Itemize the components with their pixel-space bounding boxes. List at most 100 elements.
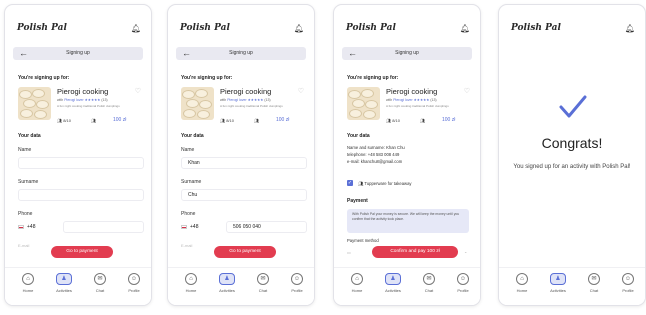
activity-description: A fun night cooking traditional Polish d… xyxy=(386,104,449,108)
congrats-title: Congrats! xyxy=(541,135,603,151)
payment-heading: Payment xyxy=(347,198,368,204)
takeaway-checkbox[interactable]: ✓ xyxy=(347,180,353,186)
payment-info-box: With Polish Pal your money is secure. We… xyxy=(347,209,469,233)
chat-icon: ✉ xyxy=(588,273,600,285)
country-prefix[interactable]: +48 xyxy=(18,221,35,233)
name-input[interactable] xyxy=(18,157,144,169)
signup-heading: You're signing up for: xyxy=(18,75,70,81)
name-label: Name xyxy=(18,147,32,153)
nav-chat[interactable]: ✉ Chat xyxy=(416,273,442,293)
nav-home[interactable]: ⌂ Home xyxy=(344,273,370,293)
profile-icon: ☺ xyxy=(622,273,634,285)
email-label: E-mail xyxy=(181,243,193,248)
nav-profile[interactable]: ☺ Profile xyxy=(284,273,310,293)
bell-icon[interactable]: 🔔︎ xyxy=(294,24,304,33)
nav-activities[interactable]: ♟ Activities xyxy=(545,273,571,293)
page-title: Signing up xyxy=(66,50,90,56)
activity-host: with Pierogi lover ★★★★★ (13) xyxy=(57,98,108,102)
page-title: Signing up xyxy=(395,50,419,56)
nav-chat[interactable]: ✉ Chat xyxy=(581,273,607,293)
header-bar: ← Signing up xyxy=(13,47,143,60)
phone-input[interactable] xyxy=(63,221,144,233)
summary-phone: telephone: +48 583 008 449 xyxy=(347,152,400,157)
email-label: E-mail xyxy=(18,243,30,248)
heart-icon[interactable]: ♡ xyxy=(135,87,141,95)
nav-home[interactable]: ⌂ Home xyxy=(178,273,204,293)
bell-icon[interactable]: 🔔︎ xyxy=(460,24,470,33)
checkmark-icon xyxy=(559,95,587,118)
summary-email: e-mail: khanchu8@gmail.com xyxy=(347,159,403,164)
chat-icon: ✉ xyxy=(94,273,106,285)
profile-icon: ☺ xyxy=(128,273,140,285)
activity-image xyxy=(18,87,51,120)
surname-input[interactable]: Chu xyxy=(181,189,307,201)
screen-signup-filled: Polish Pal 🔔︎ ← Signing up You're signin… xyxy=(167,4,315,306)
bell-icon[interactable]: 🔔︎ xyxy=(625,24,635,33)
surname-input[interactable] xyxy=(18,189,144,201)
activities-icon: ♟ xyxy=(56,273,72,285)
poland-flag-icon xyxy=(181,224,187,229)
brand-logo: Polish Pal xyxy=(511,23,561,33)
spots-count: 👥︎ 8/10 xyxy=(386,118,400,123)
brand-logo: Polish Pal xyxy=(180,23,230,33)
go-to-payment-button[interactable]: Go to payment xyxy=(51,246,113,258)
payment-method-label: Payment method xyxy=(347,238,379,243)
page-title: Signing up xyxy=(229,50,253,56)
bottom-nav: ⌂ Home ♟ Activities ✉ Chat ☺ Profile xyxy=(334,267,480,305)
nav-activities[interactable]: ♟ Activities xyxy=(380,273,406,293)
nav-chat[interactable]: ✉ Chat xyxy=(87,273,113,293)
profile-icon: ☺ xyxy=(457,273,469,285)
activity-description: A fun night cooking traditional Polish d… xyxy=(57,104,120,108)
activity-title: Pierogi cooking xyxy=(386,87,438,96)
surname-label: Surname xyxy=(18,179,39,185)
your-data-heading: Your data xyxy=(18,133,41,139)
heart-icon[interactable]: ♡ xyxy=(298,87,304,95)
activities-icon: ♟ xyxy=(550,273,566,285)
chat-icon: ✉ xyxy=(423,273,435,285)
bell-icon[interactable]: 🔔︎ xyxy=(131,24,141,33)
people-icon: 👥︎ xyxy=(91,118,97,123)
card-icon[interactable]: ▭ xyxy=(347,250,351,255)
home-icon: ⌂ xyxy=(351,273,363,285)
phone-label: Phone xyxy=(18,211,33,217)
nav-profile[interactable]: ☺ Profile xyxy=(121,273,147,293)
activity-title: Pierogi cooking xyxy=(57,87,109,96)
confirm-and-pay-button[interactable]: Confirm and pay 100 zł xyxy=(372,246,458,258)
home-icon: ⌂ xyxy=(185,273,197,285)
activities-icon: ♟ xyxy=(385,273,401,285)
nav-profile[interactable]: ☺ Profile xyxy=(450,273,476,293)
home-icon: ⌂ xyxy=(22,273,34,285)
country-prefix[interactable]: +48 xyxy=(181,221,198,233)
go-to-payment-button[interactable]: Go to payment xyxy=(214,246,276,258)
brand-logo: Polish Pal xyxy=(346,23,396,33)
nav-home[interactable]: ⌂ Home xyxy=(509,273,535,293)
spots-count: 👥︎ 8/10 xyxy=(57,118,71,123)
activity-host: with Pierogi lover ★★★★★ (13) xyxy=(386,98,437,102)
brand-logo: Polish Pal xyxy=(17,23,67,33)
name-label: Name xyxy=(181,147,195,153)
nav-activities[interactable]: ♟ Activities xyxy=(51,273,77,293)
nav-chat[interactable]: ✉ Chat xyxy=(250,273,276,293)
screen-payment: Polish Pal 🔔︎ ← Signing up You're signin… xyxy=(333,4,481,306)
bottom-nav: ⌂ Home ♟ Activities ✉ Chat ☺ Profile xyxy=(499,267,645,305)
activity-host: with Pierogi lover ★★★★★ (13) xyxy=(220,98,271,102)
activities-icon: ♟ xyxy=(219,273,235,285)
nav-activities[interactable]: ♟ Activities xyxy=(214,273,240,293)
name-input[interactable]: Khan xyxy=(181,157,307,169)
phone-input[interactable]: 506 050 040 xyxy=(226,221,307,233)
signup-heading: You're signing up for: xyxy=(347,75,399,81)
people-icon: 👥︎ xyxy=(254,118,260,123)
header-bar: ← Signing up xyxy=(342,47,472,60)
bottom-nav: ⌂ Home ♟ Activities ✉ Chat ☺ Profile xyxy=(5,267,151,305)
screen-signup-empty: Polish Pal 🔔︎ ← Signing up You're signin… xyxy=(4,4,152,306)
profile-icon: ☺ xyxy=(291,273,303,285)
poland-flag-icon xyxy=(18,224,24,229)
activity-title: Pierogi cooking xyxy=(220,87,272,96)
heart-icon[interactable]: ♡ xyxy=(464,87,470,95)
summary-name: Name and surname: Khan Chu xyxy=(347,145,405,150)
surname-label: Surname xyxy=(181,179,202,185)
nav-profile[interactable]: ☺ Profile xyxy=(615,273,641,293)
chevron-down-icon[interactable]: ⌄ xyxy=(464,249,468,254)
nav-home[interactable]: ⌂ Home xyxy=(15,273,41,293)
your-data-heading: Your data xyxy=(181,133,204,139)
